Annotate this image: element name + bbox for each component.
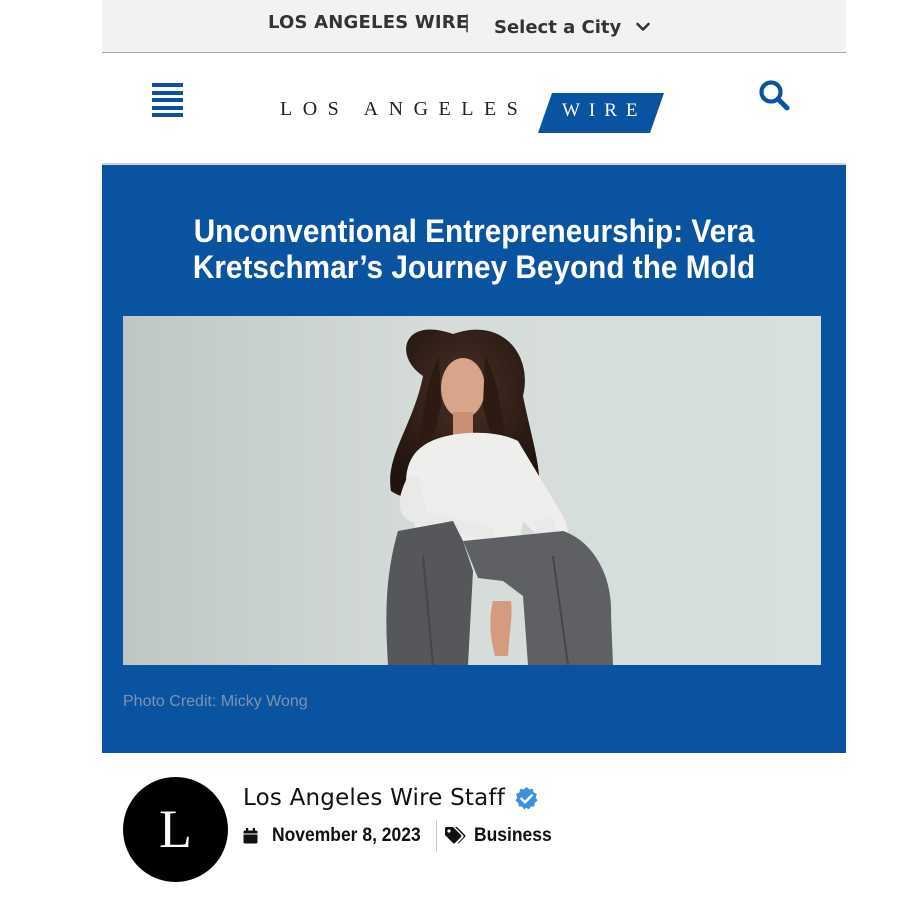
verified-badge-icon (515, 786, 538, 810)
photo-credit: Photo Credit: Micky Wong (123, 693, 308, 710)
top-bar-site-name[interactable]: LOS ANGELES WIRE (268, 12, 468, 33)
city-select-dropdown[interactable]: Select a City (494, 14, 651, 40)
site-header: LOS ANGELES WIRE (102, 53, 846, 165)
author-line: Los Angeles Wire Staff (243, 785, 539, 811)
hamburger-menu-icon[interactable] (152, 83, 184, 117)
author-name[interactable]: Los Angeles Wire Staff (243, 785, 505, 811)
article-hero-photo[interactable] (123, 316, 821, 665)
article-category-link[interactable]: Business (474, 825, 552, 847)
article-hero: Unconventional Entrepreneurship: Vera Kr… (102, 165, 846, 753)
logo-text-los-angeles: LOS ANGELES (280, 98, 529, 120)
article-title: Unconventional Entrepreneurship: Vera Kr… (192, 213, 756, 285)
avatar-letter: L (159, 798, 192, 859)
logo-text-wire: WIRE (562, 100, 647, 121)
top-bar: LOS ANGELES WIRE | Select a City (102, 0, 846, 53)
site-logo[interactable]: LOS ANGELES WIRE (280, 91, 670, 133)
article-meta: November 8, 2023 Business (243, 820, 558, 852)
meta-divider (435, 820, 437, 852)
top-bar-separator: | (464, 12, 471, 33)
author-avatar[interactable]: L (123, 777, 228, 882)
city-select-label: Select a City (494, 16, 622, 38)
calendar-icon (243, 828, 258, 844)
publish-date: November 8, 2023 (272, 825, 421, 846)
chevron-down-icon (636, 22, 651, 31)
tags-icon (444, 827, 466, 844)
search-icon[interactable] (758, 79, 792, 113)
